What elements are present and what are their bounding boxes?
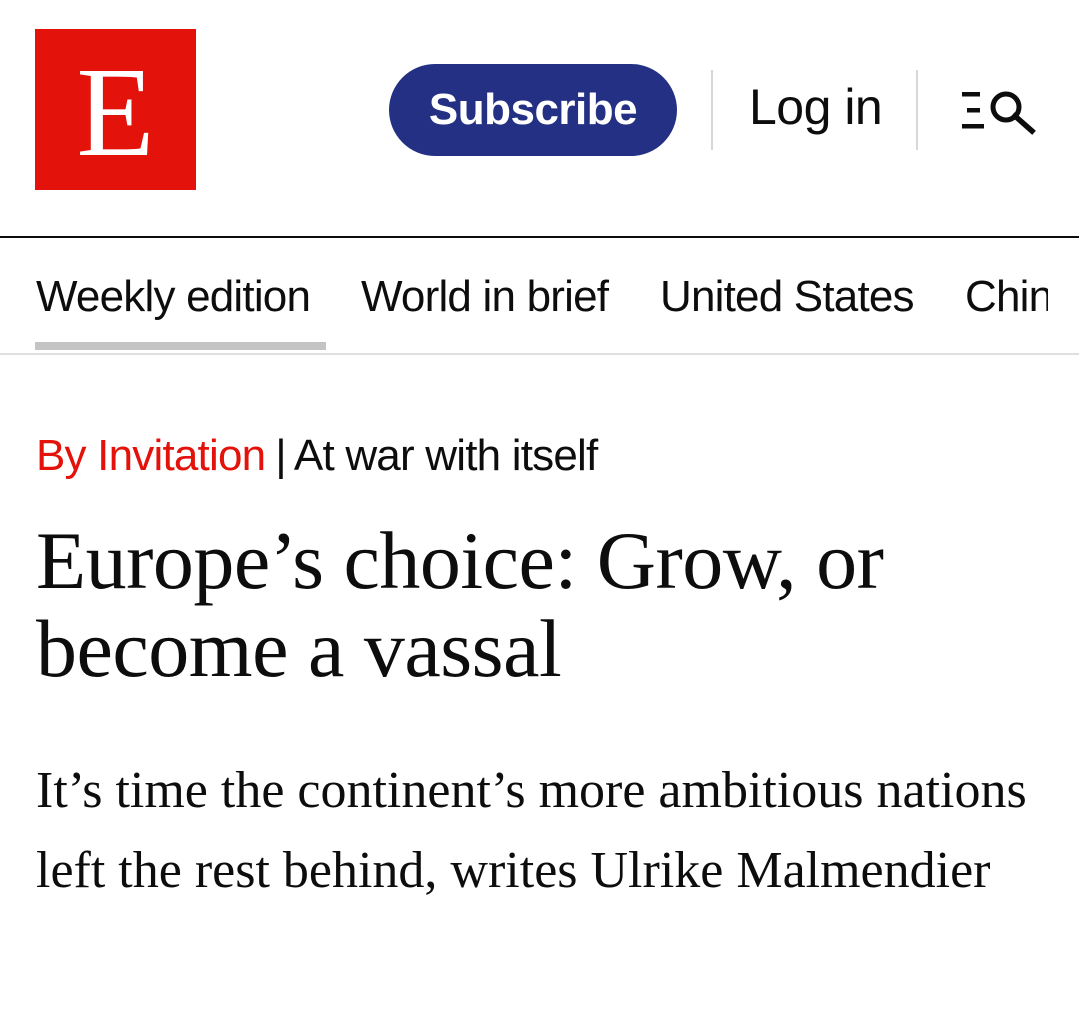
nav-item-world-in-brief[interactable]: World in brief	[361, 272, 609, 322]
section-link[interactable]: By Invitation	[36, 431, 266, 480]
article-flytitle: At war with itself	[293, 431, 598, 480]
menu-search-icon-graphic	[962, 91, 1036, 135]
header-divider	[916, 70, 918, 150]
nav-divider-line	[0, 353, 1079, 355]
rubric-separator: |	[275, 431, 286, 480]
economist-logo[interactable]: E	[35, 29, 196, 190]
nav-item-weekly-edition[interactable]: Weekly edition	[36, 272, 311, 322]
nav-active-indicator	[35, 342, 326, 350]
section-nav: Weekly edition World in brief United Sta…	[0, 238, 1079, 354]
nav-item-china[interactable]: China	[965, 272, 1048, 322]
nav-item-united-states[interactable]: United States	[660, 272, 915, 322]
article-headline: Europe’s choice: Grow, or become a vassa…	[36, 515, 884, 694]
site-header: E Subscribe Log in	[0, 0, 1079, 236]
article-standfirst: It’s time the continent’s more ambitious…	[36, 762, 1027, 899]
subscribe-button[interactable]: Subscribe	[389, 64, 677, 156]
header-divider	[711, 70, 713, 150]
article-rubric: By Invitation | At war with itself	[36, 431, 598, 481]
menu-search-icon[interactable]	[962, 86, 1038, 136]
logo-letter: E	[76, 40, 155, 183]
login-link[interactable]: Log in	[749, 78, 883, 136]
